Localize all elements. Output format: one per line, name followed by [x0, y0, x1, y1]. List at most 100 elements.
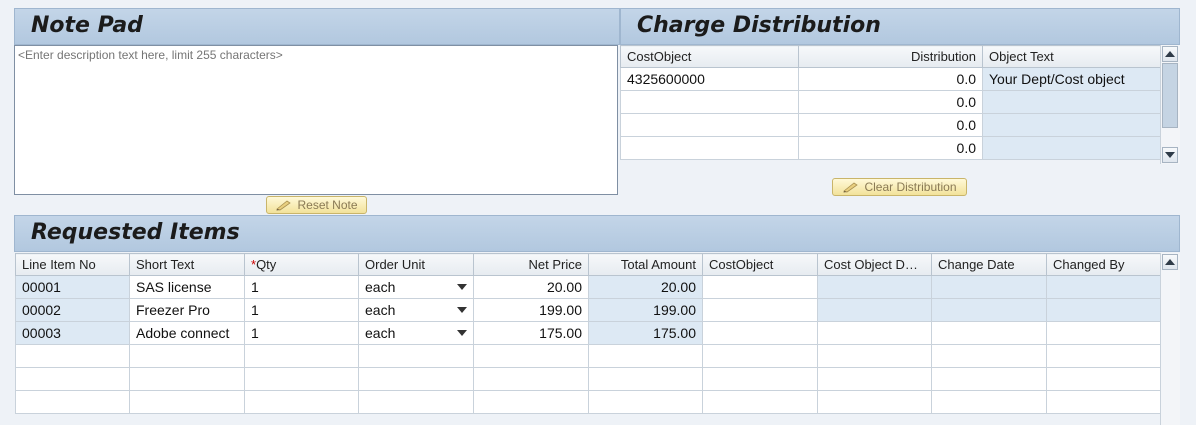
changed-by-cell	[1046, 321, 1161, 345]
chevron-down-icon[interactable]	[457, 307, 467, 313]
table-row[interactable]: 00003 Adobe connect 1 each 175.00 175.00	[15, 321, 1161, 345]
empty-cell[interactable]	[702, 390, 818, 414]
empty-cell[interactable]	[588, 367, 703, 391]
charge-distribution-scrollbar[interactable]	[1160, 45, 1180, 164]
arrow-up-icon	[1165, 51, 1175, 57]
requested-items-scrollbar[interactable]	[1160, 253, 1180, 425]
column-header-net-price[interactable]: Net Price	[473, 253, 589, 276]
chevron-down-icon[interactable]	[457, 330, 467, 336]
empty-cell[interactable]	[702, 344, 818, 368]
column-header-distribution[interactable]: Distribution	[798, 45, 983, 68]
empty-cell[interactable]	[358, 390, 474, 414]
column-header-qty[interactable]: *Qty	[244, 253, 359, 276]
distribution-cell[interactable]: 0.0	[798, 67, 983, 91]
column-header-order-unit[interactable]: Order Unit	[358, 253, 474, 276]
column-header-costobject[interactable]: CostObject	[702, 253, 818, 276]
column-header-line-item-no[interactable]: Line Item No	[15, 253, 130, 276]
empty-cell[interactable]	[129, 390, 245, 414]
empty-cell[interactable]	[817, 344, 932, 368]
empty-cell[interactable]	[244, 344, 359, 368]
table-row[interactable]: 0.0	[620, 90, 1161, 114]
empty-cell[interactable]	[129, 367, 245, 391]
empty-cell[interactable]	[358, 367, 474, 391]
distribution-cell[interactable]: 0.0	[798, 136, 983, 160]
empty-cell[interactable]	[588, 390, 703, 414]
clear-distribution-button[interactable]: Clear Distribution	[832, 178, 967, 196]
table-row[interactable]: 4325600000 0.0 Your Dept/Cost object	[620, 67, 1161, 91]
cost-object-cell[interactable]	[702, 298, 818, 322]
column-header-changed-by[interactable]: Changed By	[1046, 253, 1161, 276]
charge-distribution-header: Charge Distribution	[620, 8, 1180, 45]
table-row[interactable]: 00001 SAS license 1 each 20.00 20.00	[15, 275, 1161, 299]
scroll-down-button[interactable]	[1162, 147, 1178, 163]
arrow-down-icon	[1165, 152, 1175, 158]
empty-cell[interactable]	[15, 390, 130, 414]
qty-cell[interactable]: 1	[244, 321, 359, 345]
chevron-down-icon[interactable]	[457, 284, 467, 290]
table-row[interactable]	[15, 344, 1161, 368]
order-unit-dropdown[interactable]: each	[358, 275, 474, 299]
empty-cell[interactable]	[702, 367, 818, 391]
net-price-cell[interactable]: 175.00	[473, 321, 589, 345]
distribution-cell[interactable]: 0.0	[798, 113, 983, 137]
empty-cell[interactable]	[1046, 367, 1161, 391]
empty-cell[interactable]	[15, 367, 130, 391]
distribution-cell[interactable]: 0.0	[798, 90, 983, 114]
notepad-text-area[interactable]	[14, 45, 618, 195]
total-amount-cell: 199.00	[588, 298, 703, 322]
notepad-title: Note Pad	[31, 13, 143, 38]
scroll-up-button[interactable]	[1162, 254, 1178, 270]
cost-object-cell[interactable]	[702, 321, 818, 345]
empty-cell[interactable]	[1046, 344, 1161, 368]
column-header-total-amount[interactable]: Total Amount	[588, 253, 703, 276]
cost-object-cell[interactable]	[620, 90, 799, 114]
short-text-cell[interactable]: Freezer Pro	[129, 298, 245, 322]
table-row[interactable]: 00002 Freezer Pro 1 each 199.00 199.00	[15, 298, 1161, 322]
column-header-costobject[interactable]: CostObject	[620, 45, 799, 68]
net-price-cell[interactable]: 20.00	[473, 275, 589, 299]
column-header-short-text[interactable]: Short Text	[129, 253, 245, 276]
column-header-change-date[interactable]: Change Date	[931, 253, 1047, 276]
table-row[interactable]: 0.0	[620, 113, 1161, 137]
table-row[interactable]: 0.0	[620, 136, 1161, 160]
column-header-cost-object-desc[interactable]: Cost Object D…	[817, 253, 932, 276]
order-unit-dropdown[interactable]: each	[358, 298, 474, 322]
requested-items-header: Requested Items	[14, 215, 1180, 252]
cost-object-desc-cell	[817, 321, 932, 345]
cost-object-cell[interactable]	[620, 136, 799, 160]
cost-object-cell[interactable]	[702, 275, 818, 299]
column-header-object-text[interactable]: Object Text	[982, 45, 1161, 68]
scroll-up-button[interactable]	[1162, 46, 1178, 62]
reset-note-button[interactable]: Reset Note	[266, 196, 367, 214]
order-unit-value: each	[365, 325, 396, 341]
net-price-cell[interactable]: 199.00	[473, 298, 589, 322]
charge-distribution-title: Charge Distribution	[637, 13, 881, 38]
empty-cell[interactable]	[931, 367, 1047, 391]
short-text-cell[interactable]: Adobe connect	[129, 321, 245, 345]
object-text-cell: Your Dept/Cost object	[982, 67, 1161, 91]
qty-cell[interactable]: 1	[244, 275, 359, 299]
cost-object-cell[interactable]: 4325600000	[620, 67, 799, 91]
qty-cell[interactable]: 1	[244, 298, 359, 322]
empty-cell[interactable]	[473, 367, 589, 391]
empty-cell[interactable]	[473, 344, 589, 368]
empty-cell[interactable]	[817, 367, 932, 391]
empty-cell[interactable]	[244, 390, 359, 414]
empty-cell[interactable]	[817, 390, 932, 414]
empty-cell[interactable]	[588, 344, 703, 368]
scroll-thumb[interactable]	[1162, 63, 1178, 128]
empty-cell[interactable]	[1046, 390, 1161, 414]
table-row[interactable]	[15, 367, 1161, 391]
table-row[interactable]	[15, 390, 1161, 414]
empty-cell[interactable]	[129, 344, 245, 368]
short-text-cell[interactable]: SAS license	[129, 275, 245, 299]
empty-cell[interactable]	[931, 344, 1047, 368]
empty-cell[interactable]	[358, 344, 474, 368]
empty-cell[interactable]	[473, 390, 589, 414]
empty-cell[interactable]	[15, 344, 130, 368]
cost-object-cell[interactable]	[620, 113, 799, 137]
order-unit-dropdown[interactable]: each	[358, 321, 474, 345]
empty-cell[interactable]	[931, 390, 1047, 414]
requested-items-table: Line Item No Short Text *Qty Order Unit …	[15, 253, 1161, 414]
empty-cell[interactable]	[244, 367, 359, 391]
